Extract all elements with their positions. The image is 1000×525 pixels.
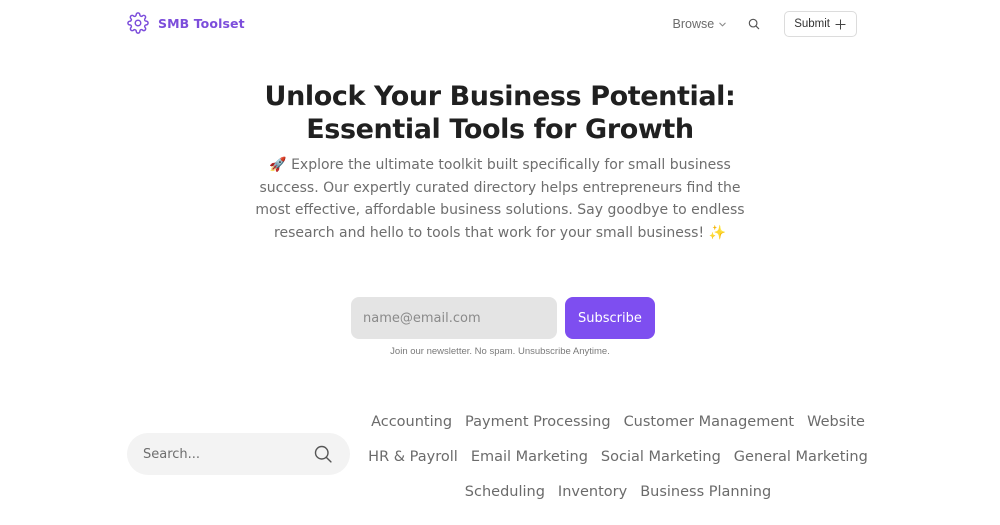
- page-title-line-2: Essential Tools for Growth: [306, 114, 694, 145]
- category-link-customer-management[interactable]: Customer Management: [624, 414, 795, 430]
- search-icon[interactable]: [747, 17, 761, 31]
- category-link-social-marketing[interactable]: Social Marketing: [601, 449, 721, 465]
- submit-label: Submit: [794, 18, 830, 30]
- top-nav-bar: SMB Toolset Browse Submit: [0, 0, 1000, 48]
- browse-dropdown[interactable]: Browse: [673, 17, 728, 31]
- search-input[interactable]: [143, 446, 313, 462]
- brand-name: SMB Toolset: [158, 15, 245, 31]
- category-row: Accounting Payment Processing Customer M…: [368, 404, 868, 439]
- page-title-line-1: Unlock Your Business Potential:: [264, 81, 736, 112]
- hero-description: 🚀 Explore the ultimate toolkit built spe…: [255, 157, 745, 241]
- search-icon[interactable]: [313, 443, 333, 465]
- gear-icon: [127, 12, 149, 34]
- tool-search-box[interactable]: [127, 433, 350, 475]
- email-field[interactable]: [351, 297, 557, 339]
- category-link-general-marketing[interactable]: General Marketing: [734, 449, 868, 465]
- category-link-accounting[interactable]: Accounting: [371, 414, 452, 430]
- chevron-down-icon: [719, 22, 726, 26]
- category-link-website[interactable]: Website: [807, 414, 865, 430]
- category-row: Scheduling Inventory Business Planning: [368, 474, 868, 509]
- submit-button[interactable]: Submit: [784, 11, 857, 37]
- browse-label: Browse: [672, 17, 715, 31]
- category-link-email-marketing[interactable]: Email Marketing: [471, 449, 588, 465]
- category-link-business-planning[interactable]: Business Planning: [640, 484, 771, 500]
- subscribe-button[interactable]: Subscribe: [565, 297, 655, 339]
- page-title: Unlock Your Business Potential: Essentia…: [0, 80, 1000, 146]
- category-row: HR & Payroll Email Marketing Social Mark…: [368, 439, 868, 474]
- newsletter-form: Subscribe: [351, 297, 655, 339]
- category-link-hr-payroll[interactable]: HR & Payroll: [368, 449, 458, 465]
- category-link-payment-processing[interactable]: Payment Processing: [465, 414, 611, 430]
- newsletter-note: Join our newsletter. No spam. Unsubscrib…: [390, 346, 610, 357]
- nav-actions: Browse Submit: [673, 11, 857, 37]
- category-link-scheduling[interactable]: Scheduling: [465, 484, 545, 500]
- category-links: Accounting Payment Processing Customer M…: [368, 404, 868, 509]
- category-link-inventory[interactable]: Inventory: [558, 484, 627, 500]
- brand-logo-link[interactable]: SMB Toolset: [127, 12, 245, 34]
- plus-icon: [835, 18, 846, 30]
